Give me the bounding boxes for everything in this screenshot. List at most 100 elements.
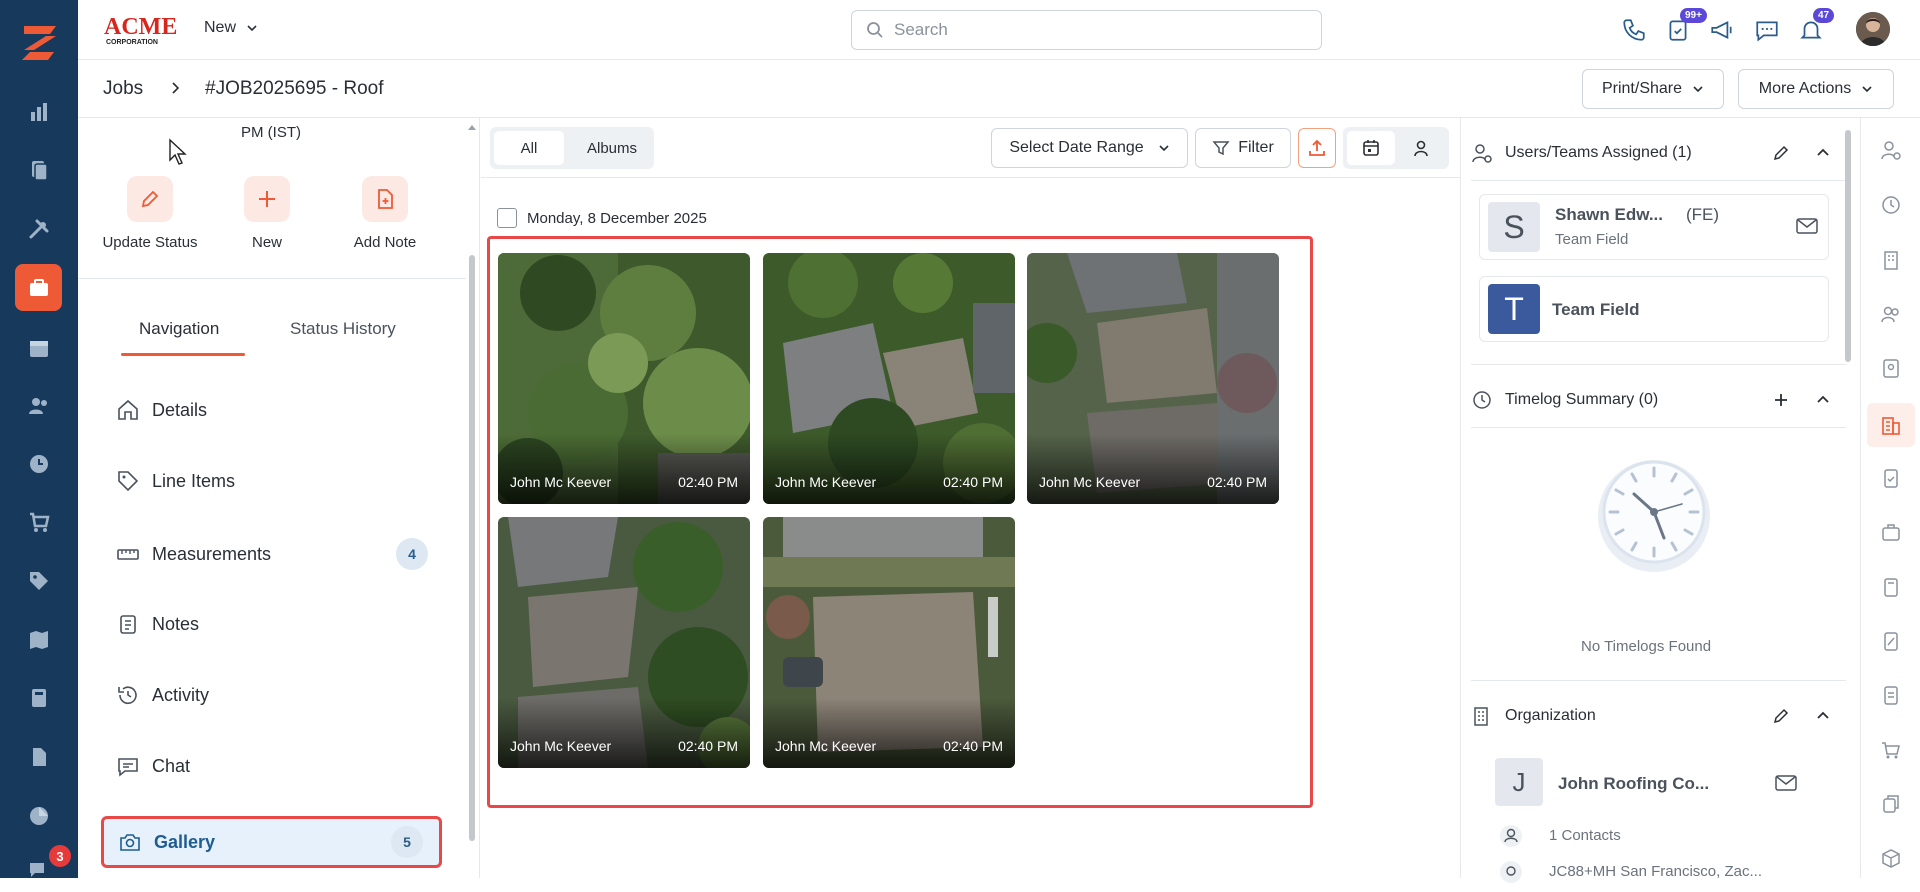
sidebar-item-chat[interactable]: Chat [116, 746, 428, 786]
mail-icon[interactable] [1796, 217, 1818, 235]
package-rail-icon[interactable] [1861, 838, 1920, 878]
cart-rail-icon[interactable] [1861, 730, 1920, 770]
timelog-rail-icon[interactable] [1861, 185, 1920, 225]
cart-icon[interactable] [0, 500, 78, 544]
files-icon[interactable] [0, 735, 78, 779]
tasks-badge: 99+ [1680, 8, 1707, 23]
gallery-photo[interactable]: John Mc Keever 02:40 PM [498, 517, 750, 768]
ruler-icon [117, 549, 139, 560]
timelog-section-header[interactable]: Timelog Summary (0) [1471, 375, 1841, 425]
scroll-up-arrow-icon[interactable] [466, 123, 478, 131]
assigned-user-card[interactable]: S Shawn Edw... (FE) Team Field [1479, 194, 1829, 260]
jobs-icon[interactable] [15, 264, 62, 311]
measurements-count-badge: 4 [396, 538, 428, 570]
left-panel-scrollbar[interactable] [466, 118, 478, 878]
photo-time: 02:40 PM [678, 738, 738, 754]
chevron-up-icon[interactable] [1811, 704, 1835, 728]
tab-all[interactable]: All [494, 131, 564, 165]
sidebar-item-details[interactable]: Details [116, 390, 428, 430]
gallery-panel: All Albums Select Date Range Filter Mond… [481, 118, 1460, 878]
contacts-count[interactable]: 1 Contacts [1549, 827, 1621, 844]
filter-label: Filter [1238, 139, 1274, 156]
users-teams-section-header[interactable]: Users/Teams Assigned (1) [1471, 128, 1841, 178]
chevron-right-icon [172, 82, 180, 94]
contact-card-rail-icon[interactable] [1861, 348, 1920, 388]
documents-icon[interactable] [0, 148, 78, 192]
chevron-up-icon[interactable] [1811, 141, 1835, 165]
calculator-icon[interactable] [0, 676, 78, 720]
dashboard-icon[interactable] [0, 90, 78, 134]
date-range-select[interactable]: Select Date Range [991, 128, 1188, 168]
calendar-icon[interactable] [0, 326, 78, 370]
tasks-icon[interactable]: 99+ [1662, 8, 1707, 46]
update-status-button[interactable]: Update Status [95, 176, 205, 251]
tab-albums[interactable]: Albums [570, 131, 654, 165]
assign-user-icon[interactable] [1861, 130, 1920, 170]
assigned-team-card[interactable]: T Team Field [1479, 276, 1829, 342]
sidebar-item-measurements[interactable]: Measurements 4 [116, 534, 428, 574]
new-action-button[interactable]: New [212, 176, 322, 251]
messages-icon[interactable] [1751, 14, 1783, 46]
company-logo[interactable]: ACME CORPORATION [104, 12, 180, 46]
tab-status-history[interactable]: Status History [290, 319, 396, 339]
briefcase-rail-icon[interactable] [1861, 512, 1920, 552]
more-actions-button[interactable]: More Actions [1738, 69, 1894, 109]
chevron-up-icon[interactable] [1811, 388, 1835, 412]
discount-rail-icon[interactable] [1861, 621, 1920, 661]
new-menu-button[interactable]: New [204, 19, 258, 37]
sidebar-item-activity[interactable]: Activity [116, 675, 428, 715]
mail-icon[interactable] [1775, 774, 1797, 792]
copy-rail-icon[interactable] [1861, 784, 1920, 824]
date-group-header: Monday, 8 December 2025 [497, 208, 707, 228]
search-input[interactable]: Search [851, 10, 1322, 50]
edit-organization-icon[interactable] [1769, 704, 1793, 728]
scrollbar-thumb[interactable] [469, 255, 475, 841]
gallery-photo[interactable]: John Mc Keever 02:40 PM [1027, 253, 1279, 504]
calendar-view-button[interactable] [1347, 131, 1395, 165]
gallery-photo[interactable]: John Mc Keever 02:40 PM [498, 253, 750, 504]
user-avatar[interactable] [1856, 12, 1890, 46]
tab-navigation[interactable]: Navigation [139, 319, 219, 339]
building-rail-icon[interactable] [1861, 240, 1920, 280]
checklist-rail-icon[interactable] [1861, 458, 1920, 498]
invoice-rail-icon[interactable] [1861, 675, 1920, 715]
bell-icon[interactable]: 47 [1795, 8, 1835, 46]
calculator-rail-icon[interactable] [1861, 567, 1920, 607]
svg-text:ACME: ACME [104, 14, 177, 40]
reports-icon[interactable] [0, 794, 78, 838]
organization-section-header[interactable]: Organization [1471, 691, 1841, 741]
app-logo-icon[interactable] [16, 20, 62, 66]
gallery-photo[interactable]: John Mc Keever 02:40 PM [763, 253, 1015, 504]
tools-icon[interactable] [0, 207, 78, 251]
organization-rail-icon[interactable] [1867, 403, 1915, 447]
date-group-label: Monday, 8 December 2025 [527, 209, 707, 227]
add-timelog-icon[interactable] [1769, 388, 1793, 412]
breadcrumb-jobs-link[interactable]: Jobs [103, 78, 143, 100]
sidebar-item-line-items[interactable]: Line Items [116, 461, 428, 501]
photo-caption-overlay [498, 698, 750, 768]
select-date-checkbox[interactable] [497, 208, 517, 228]
contacts-icon[interactable] [0, 384, 78, 428]
add-note-button[interactable]: Add Note [330, 176, 440, 251]
timelog-title: Timelog Summary (0) [1505, 391, 1659, 408]
active-tab-indicator [121, 353, 245, 356]
organization-address[interactable]: JC88+MH San Francisco, Zac... [1549, 863, 1762, 880]
user-view-button[interactable] [1397, 131, 1445, 165]
scrollbar-thumb[interactable] [1845, 130, 1851, 362]
clock-icon[interactable] [0, 442, 78, 486]
users-rail-icon[interactable] [1861, 294, 1920, 334]
sidebar-item-notes[interactable]: Notes [116, 604, 428, 644]
organization-name[interactable]: John Roofing Co... [1558, 774, 1709, 794]
megaphone-icon[interactable] [1706, 14, 1738, 46]
map-icon[interactable] [0, 618, 78, 662]
upload-button[interactable] [1298, 128, 1336, 168]
gallery-photo[interactable]: John Mc Keever 02:40 PM [763, 517, 1015, 768]
right-panel-scrollbar[interactable] [1843, 130, 1853, 370]
phone-icon[interactable] [1618, 14, 1650, 46]
tag-rail-icon[interactable] [0, 559, 78, 603]
chat-count-badge: 3 [47, 843, 73, 869]
sidebar-item-gallery[interactable]: Gallery 5 [101, 816, 442, 868]
print-share-button[interactable]: Print/Share [1582, 69, 1724, 109]
filter-button[interactable]: Filter [1195, 128, 1291, 168]
edit-users-icon[interactable] [1769, 141, 1793, 165]
